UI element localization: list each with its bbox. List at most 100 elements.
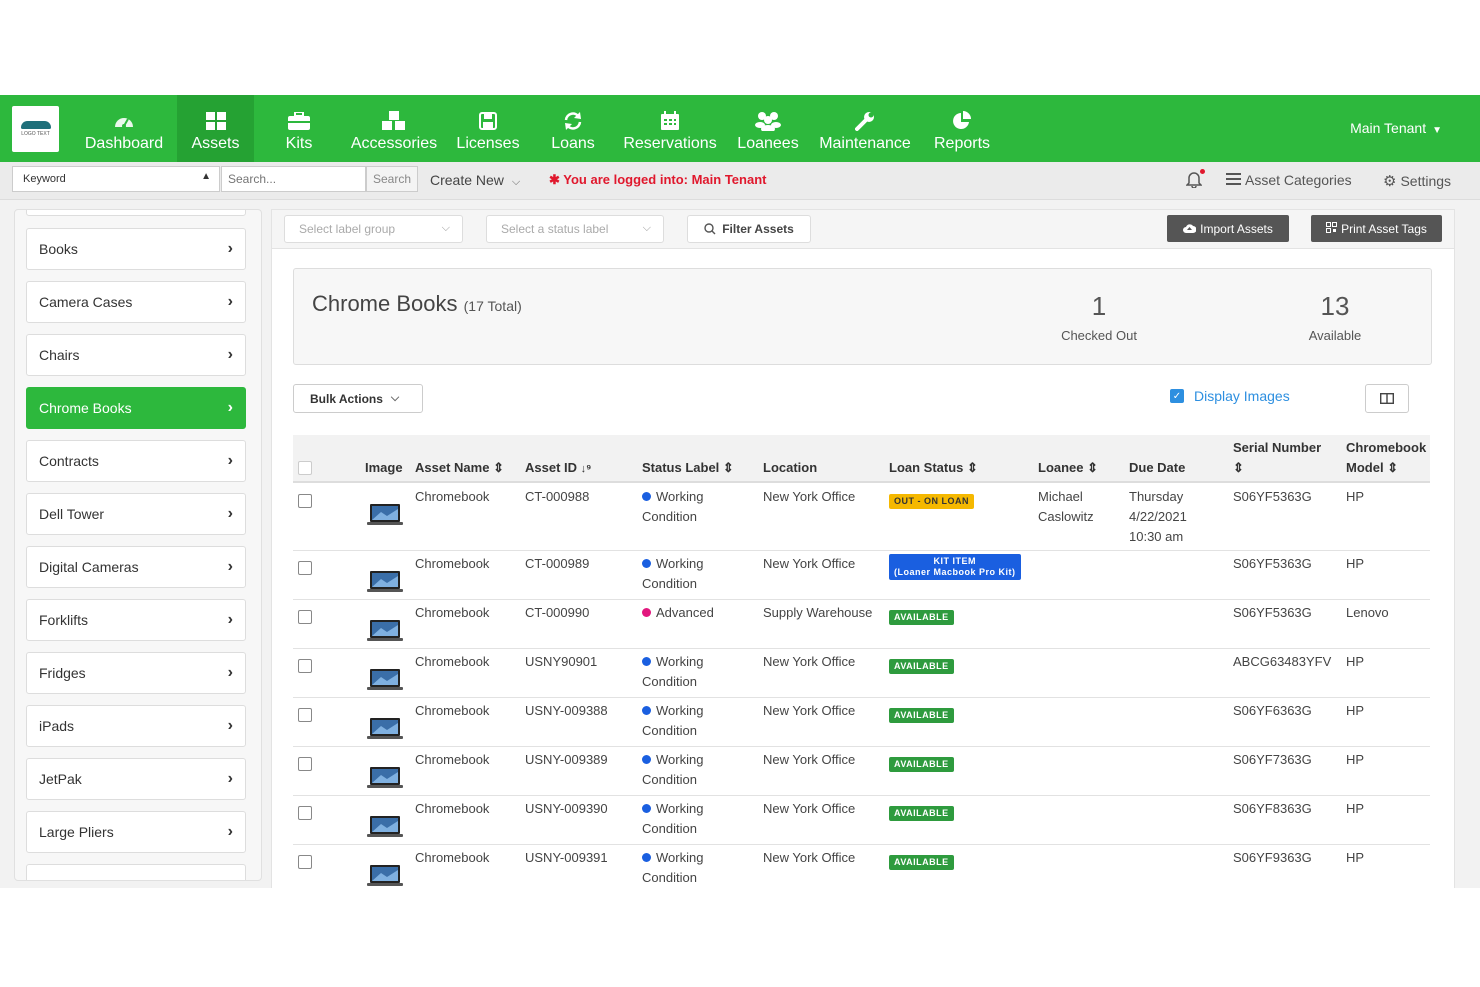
table-row[interactable]: Chromebook USNY90901 Working Condition New Y…: [293, 648, 1430, 698]
table-row[interactable]: Chromebook CT-000989 Working Condition New Y…: [293, 550, 1430, 600]
nav-dashboard[interactable]: Dashboard: [78, 95, 170, 162]
col-header-asset-name[interactable]: Asset Name ⇕: [415, 458, 504, 478]
tenant-dropdown[interactable]: Main Tenant ▼: [1350, 120, 1442, 136]
table-row[interactable]: Chromebook USNY-009388 Working Condition New…: [293, 697, 1430, 747]
nav-loanees[interactable]: Loanees: [733, 95, 803, 162]
row-checkbox[interactable]: [298, 561, 312, 575]
asterisk-icon: ✱: [549, 172, 564, 187]
sidebar-item-contracts[interactable]: Contracts ›: [26, 440, 246, 482]
nav-loans[interactable]: Loans: [544, 95, 602, 162]
category-sidebar[interactable]: Books › Camera Cases › Chairs › Chrome Book…: [14, 209, 262, 881]
print-asset-tags-button[interactable]: Print Asset Tags: [1311, 215, 1442, 242]
create-new-dropdown[interactable]: Create New ⌵: [430, 172, 520, 189]
column-toggle-button[interactable]: [1365, 384, 1409, 413]
sidebar-item-chairs[interactable]: Chairs ›: [26, 334, 246, 376]
asset-name-cell[interactable]: Chromebook: [415, 487, 489, 507]
asset-name-cell[interactable]: Chromebook: [415, 848, 489, 868]
nav-licenses[interactable]: Licenses: [452, 95, 524, 162]
asset-id-cell[interactable]: USNY-009388: [525, 701, 608, 721]
row-checkbox[interactable]: [298, 806, 312, 820]
sidebar-item-forklifts[interactable]: Forklifts ›: [26, 599, 246, 641]
row-checkbox[interactable]: [298, 855, 312, 869]
nav-reports[interactable]: Reports: [930, 95, 994, 162]
row-checkbox[interactable]: [298, 610, 312, 624]
nav-kits[interactable]: Kits: [270, 95, 328, 162]
sidebar-item-partial-bottom[interactable]: [26, 864, 246, 880]
col-header-serial-number[interactable]: Serial Number ⇕: [1233, 438, 1333, 478]
notifications-button[interactable]: [1185, 169, 1205, 193]
asset-id-cell[interactable]: USNY-009390: [525, 799, 608, 819]
status-label-select[interactable]: Select a status label ⌵: [486, 215, 664, 243]
asset-id-cell[interactable]: USNY-009389: [525, 750, 608, 770]
bulk-actions-dropdown[interactable]: Bulk Actions ⌵: [293, 384, 423, 413]
sidebar-item-books[interactable]: Books ›: [26, 228, 246, 270]
search-input[interactable]: [221, 166, 366, 192]
asset-name-cell[interactable]: Chromebook: [415, 750, 489, 770]
loan-status-cell: AVAILABLE: [889, 753, 954, 773]
asset-name-cell[interactable]: Chromebook: [415, 603, 489, 623]
nav-assets[interactable]: Assets: [177, 95, 254, 162]
table-row[interactable]: Chromebook CT-000988 Working Condition New Y…: [293, 483, 1430, 551]
label-group-select[interactable]: Select label group ⌵: [284, 215, 463, 243]
asset-thumbnail[interactable]: [367, 815, 403, 839]
keyword-select[interactable]: Keyword ▲: [12, 166, 220, 192]
asset-thumbnail[interactable]: [367, 619, 403, 643]
asset-name-cell[interactable]: Chromebook: [415, 701, 489, 721]
settings-link[interactable]: ⚙ Settings: [1383, 172, 1451, 190]
asset-thumbnail[interactable]: [367, 570, 403, 594]
col-header-status-label[interactable]: Status Label ⇕: [642, 458, 734, 478]
category-summary-card: Chrome Books (17 Total) 1 Checked Out 13…: [293, 268, 1432, 365]
filter-assets-button[interactable]: Filter Assets: [687, 215, 811, 243]
import-assets-button[interactable]: Import Assets: [1167, 215, 1289, 242]
row-checkbox[interactable]: [298, 494, 312, 508]
asset-thumbnail[interactable]: [367, 864, 403, 888]
row-checkbox[interactable]: [298, 708, 312, 722]
loan-status-badge: AVAILABLE: [889, 659, 954, 674]
table-row[interactable]: Chromebook CT-000990 Advanced Supply Wareho…: [293, 599, 1430, 649]
loan-status-badge: OUT - ON LOAN: [889, 494, 974, 509]
asset-id-cell[interactable]: CT-000988: [525, 487, 589, 507]
asset-name-cell[interactable]: Chromebook: [415, 554, 489, 574]
sidebar-item-dell-tower[interactable]: Dell Tower ›: [26, 493, 246, 535]
location-cell: New York Office: [763, 654, 856, 669]
asset-thumbnail[interactable]: [367, 503, 403, 527]
asset-thumbnail[interactable]: [367, 717, 403, 741]
table-row[interactable]: Chromebook USNY-009389 Working Condition New…: [293, 746, 1430, 796]
col-header-loanee[interactable]: Loanee ⇕: [1038, 458, 1098, 478]
sidebar-item-ipads[interactable]: iPads ›: [26, 705, 246, 747]
table-row[interactable]: Chromebook USNY-009390 Working Condition New…: [293, 795, 1430, 845]
nav-accessories[interactable]: Accessories: [346, 95, 442, 162]
asset-thumbnail[interactable]: [367, 766, 403, 790]
sidebar-item-large-pliers[interactable]: Large Pliers ›: [26, 811, 246, 853]
asset-id-cell[interactable]: USNY90901: [525, 652, 597, 672]
col-header-loan-status[interactable]: Loan Status ⇕: [889, 458, 978, 478]
asset-id-cell[interactable]: USNY-009391: [525, 848, 608, 868]
asset-id-cell[interactable]: CT-000989: [525, 554, 589, 574]
asset-name-cell[interactable]: Chromebook: [415, 799, 489, 819]
sidebar-item-jetpak[interactable]: JetPak ›: [26, 758, 246, 800]
sidebar-item-fridges[interactable]: Fridges ›: [26, 652, 246, 694]
select-all-checkbox[interactable]: [298, 461, 312, 475]
status-label-cell: Working Condition: [642, 799, 703, 839]
nav-reservations[interactable]: Reservations: [618, 95, 722, 162]
nav-label: Dashboard: [84, 134, 164, 152]
sidebar-item-partial-top[interactable]: [26, 210, 246, 216]
asset-thumbnail[interactable]: [367, 668, 403, 692]
col-header-chromebook-model[interactable]: Chromebook Model ⇕: [1346, 438, 1430, 478]
asset-categories-link[interactable]: Asset Categories: [1226, 172, 1352, 188]
chevron-right-icon: ›: [227, 399, 233, 416]
display-images-toggle[interactable]: ✓ Display Images: [1170, 388, 1290, 404]
checkbox-checked-icon[interactable]: ✓: [1170, 389, 1184, 403]
sidebar-item-chrome-books[interactable]: Chrome Books ›: [26, 387, 246, 429]
asset-name-cell[interactable]: Chromebook: [415, 652, 489, 672]
table-row[interactable]: Chromebook USNY-009391 Working Condition New…: [293, 844, 1430, 888]
row-checkbox[interactable]: [298, 659, 312, 673]
company-logo[interactable]: LOGO TEXT: [12, 106, 59, 152]
nav-maintenance[interactable]: Maintenance: [815, 95, 915, 162]
asset-id-cell[interactable]: CT-000990: [525, 603, 589, 623]
sidebar-item-digital-cameras[interactable]: Digital Cameras ›: [26, 546, 246, 588]
col-header-asset-id[interactable]: Asset ID ↓⁹: [525, 458, 591, 479]
row-checkbox[interactable]: [298, 757, 312, 771]
search-button[interactable]: Search: [366, 166, 418, 192]
sidebar-item-camera-cases[interactable]: Camera Cases ›: [26, 281, 246, 323]
